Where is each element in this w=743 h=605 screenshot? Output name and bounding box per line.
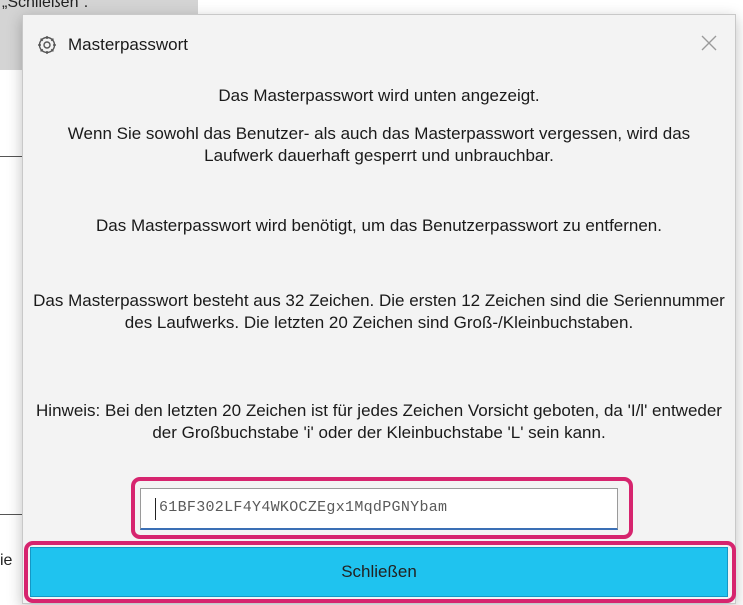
background-divider — [0, 514, 24, 515]
background-caption: „Schließen“. — [2, 0, 89, 11]
background-divider — [0, 156, 24, 157]
close-button[interactable]: Schließen — [30, 547, 728, 597]
info-text-format: Das Masterpasswort besteht aus 32 Zeiche… — [33, 291, 725, 332]
info-text-warning: Wenn Sie sowohl das Benutzer- als auch d… — [67, 124, 691, 165]
dialog-titlebar: Masterpasswort — [23, 15, 735, 73]
info-text-shown-below: Das Masterpasswort wird unten angezeigt. — [218, 86, 540, 105]
close-icon[interactable] — [697, 31, 721, 55]
info-text-required: Das Masterpasswort wird benötigt, um das… — [96, 216, 662, 235]
info-text-hint: Hinweis: Bei den letzten 20 Zeichen ist … — [36, 401, 722, 442]
master-password-field[interactable]: 61BF302LF4Y4WKOCZEgx1MqdPGNYbam — [140, 488, 618, 530]
background-text-fragment: ie — [0, 552, 13, 569]
app-gear-icon — [38, 36, 56, 54]
dialog-title: Masterpasswort — [68, 35, 188, 54]
text-caret — [155, 498, 156, 520]
master-password-dialog: Masterpasswort Das Masterpasswort wird u… — [22, 14, 736, 604]
master-password-value: 61BF302LF4Y4WKOCZEgx1MqdPGNYbam — [159, 499, 448, 516]
